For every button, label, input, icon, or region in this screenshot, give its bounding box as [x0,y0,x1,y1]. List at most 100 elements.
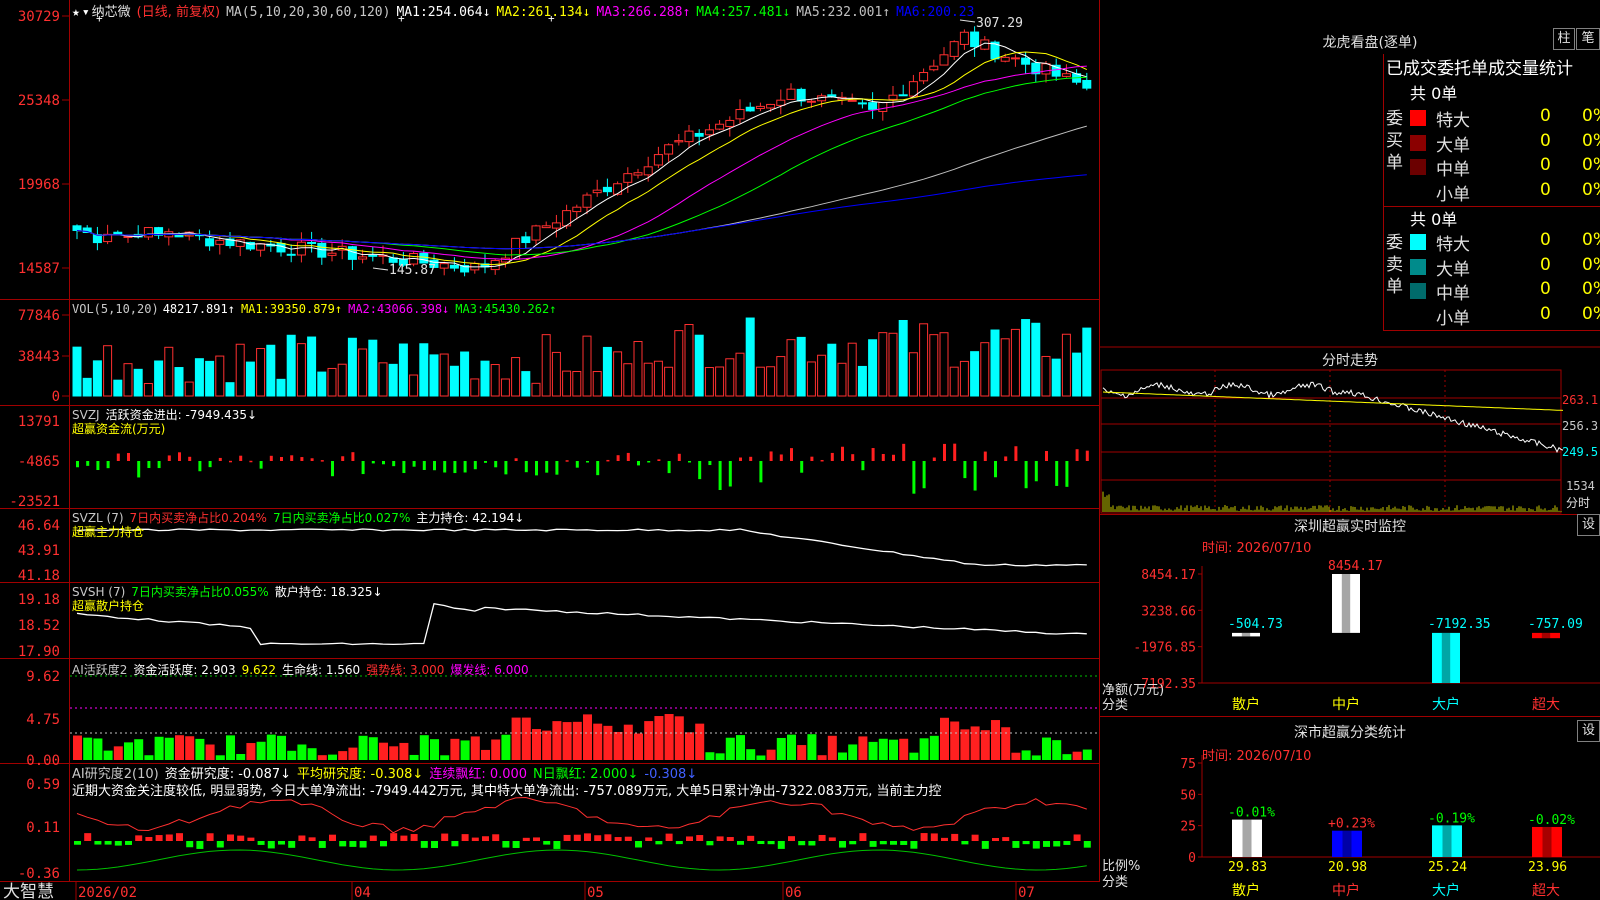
svzl-label: SVZL (7) [72,511,124,525]
svzl-t1: 7日内买卖净占比0.204% [129,511,267,525]
research-bar [441,833,449,841]
indicator-name-5: MA5: [796,5,828,20]
chart-mode[interactable]: (日线, 前复权) [137,5,220,20]
vol-label: VOL(5,10,20) [72,302,159,316]
research-bar [920,833,928,841]
activity-bar [73,735,82,760]
svzj-bar [718,461,722,491]
bar-mode-button[interactable]: 柱 [1553,28,1575,50]
pen-mode-button[interactable]: 笔 [1576,28,1600,50]
volume-bar [623,363,633,397]
brand-logo: 大智慧 [3,882,54,900]
candle-body [143,227,153,238]
candle-body [939,54,949,66]
activity-bar [715,753,725,760]
sz-class-chart: 75 50 25 0 -0.01% 29.83 散户 +0.23% 20.98 中户 -0.19% 2… [1180,755,1600,899]
volume-bar [82,377,92,397]
candle-body [908,81,918,97]
activity-bar [440,755,450,760]
svzj-bar [351,452,355,461]
volume-bar [786,339,796,397]
activity-bar [776,737,786,760]
bar-value-label: -0.02% [1528,813,1575,828]
activity-bar [960,729,970,760]
fenshi-title[interactable]: 分时走势 [1100,350,1600,370]
research-bar [380,841,387,847]
svzj-bar [1075,449,1079,461]
research-bar [971,834,979,841]
candle-body [551,222,561,229]
volume-bar [602,346,612,397]
svzj-bar [698,461,702,480]
volume-bar [664,366,674,397]
bar-category-label: 大户 [1432,882,1460,899]
volume-bar [888,332,898,397]
stat-count: 0 [1540,230,1551,250]
research-bar [114,841,122,846]
price-axis-label: 14587 [18,261,60,277]
activity-bar [1021,750,1031,760]
ai1-axis-label: 4.75 [26,712,60,728]
research-bar [318,841,326,848]
activity-bar [113,746,123,760]
bar-category-label: 散户 [1232,882,1260,899]
sz-monitor-title: 深圳超赢实时监控 [1294,519,1406,535]
stat-pct: 0% [1582,106,1600,126]
kline-chart-area[interactable]: 30729 25348 19968 14587 77846 38443 0 13… [0,0,1600,900]
research-bar [910,841,918,849]
research-bar [675,841,683,845]
research-bar [584,833,591,841]
research-bar [155,835,163,841]
bar-shade [1241,632,1251,637]
svsh-t2: 散户持仓: 18.325↓ [274,585,383,599]
fenshi-axis-label: 263.1 [1562,393,1598,407]
volume-bar [347,337,357,397]
price-axis-label: 30729 [18,9,60,25]
color-swatch [1410,258,1426,275]
activity-bar [460,740,470,760]
svzj-bar [310,458,314,461]
activity-bar [950,721,960,760]
indicator-name-6: MA6: [896,5,928,20]
volume-bar [429,354,439,397]
stat-row: 特大 0 0% [1410,106,1600,131]
volume-bar [735,352,745,397]
volume-bar [1000,338,1010,397]
activity-bar [379,742,388,760]
volume-bar [103,345,113,397]
activity-bar [175,735,184,760]
menu-icon[interactable]: ▾ [82,5,90,20]
activity-bar [399,742,409,760]
class-settings-button[interactable]: 设 [1577,720,1600,742]
candle-body [1000,56,1010,62]
research-bar [767,841,775,845]
stat-name: 特大 [1436,235,1470,255]
candle-body [806,100,816,103]
candle-body [694,132,704,137]
activity-bar [991,720,1000,760]
class-time: 时间: 2026/07/10 [1202,749,1312,764]
low-price-annotation: 145.87 [389,263,436,278]
sz-settings-button[interactable]: 设 [1577,514,1600,536]
svzj-bar [851,454,855,461]
svzj-bar [626,452,630,461]
activity-bar [266,734,276,760]
svzl-axis-label: 41.18 [18,568,60,584]
svzj-bar [1034,461,1038,482]
volume-bar [409,374,419,397]
activity-bar [103,750,113,760]
research-bar [604,834,612,841]
research-bar [828,837,836,841]
vol-value: 48217.891↑ [162,302,235,316]
volume-bar [296,343,306,397]
indicator-value-2: 261.134↓ [527,5,591,20]
bar-shade [1341,574,1351,633]
activity-bar [593,723,603,760]
activity-bar [685,732,694,760]
fenshi-axis-label: 256.3 [1562,419,1598,433]
research-bar [145,836,153,841]
ai1-t3: 生命线: 1.560 [281,663,361,677]
svzj-bar [188,456,192,461]
ai1-t4: 强势线: 3.000 [366,663,445,677]
star-icon[interactable]: ★ [72,5,80,20]
